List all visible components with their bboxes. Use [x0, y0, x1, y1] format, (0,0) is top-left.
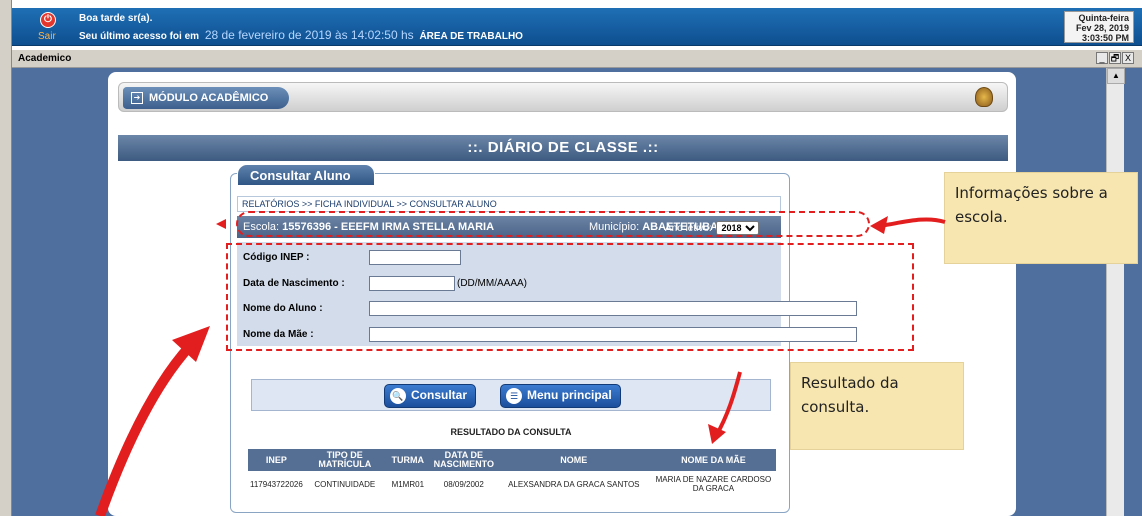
arrow-to-school-bar: [879, 217, 946, 228]
arrow-left-mark: [216, 219, 226, 229]
arrow-to-result-table: [714, 371, 742, 437]
arrow-to-result-table-head: [708, 424, 726, 444]
arrow-to-school-bar-head: [870, 216, 888, 234]
arrow-to-form: [95, 342, 194, 516]
annotation-arrows: [95, 216, 946, 516]
